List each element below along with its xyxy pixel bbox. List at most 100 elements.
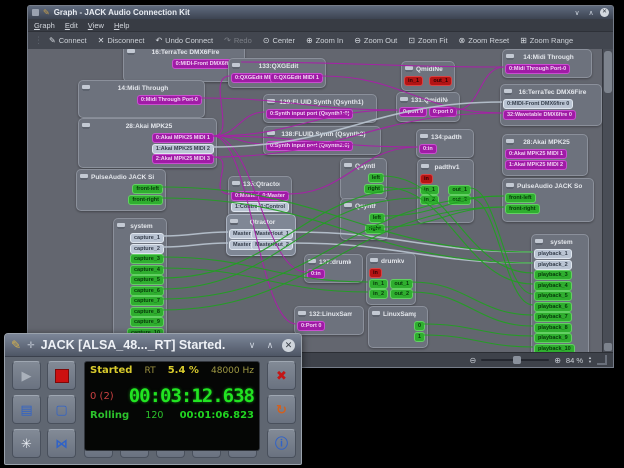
port-capture-1[interactable]: capture_1 [130, 233, 164, 243]
node-drumkv1-alsa[interactable]: 137:drumkv10:in [304, 254, 363, 283]
zoom-spinner[interactable]: ▲▼ [588, 356, 592, 364]
node-akai-left[interactable]: 28:Akai MPK250:Akai MPK25 MIDI 11:Akai M… [78, 118, 217, 168]
port-out-1[interactable]: out_1 [390, 279, 413, 289]
node-pulse-source[interactable]: PulseAudio JACK Sourcefront-leftfront-ri… [502, 178, 594, 222]
messages-button[interactable]: ▤ [12, 395, 41, 424]
node-linuxsampler-alsa[interactable]: 132:LinuxSampler0:Port 0 [294, 306, 364, 335]
port-out-2[interactable]: out_2 [390, 289, 413, 299]
port-0-qxgedit-midi-1[interactable]: 0:QXGEdit MIDI 1 [270, 73, 323, 83]
port-0-akai-mpk25-midi-1[interactable]: 0:Akai MPK25 MIDI 1 [505, 149, 567, 159]
port-in-1[interactable]: in_1 [369, 279, 388, 289]
port-capture-2[interactable]: capture_2 [130, 244, 164, 254]
node-midi-through-left[interactable]: 14:Midi Through0:Midi Through Port-0 [78, 80, 205, 118]
port-0-synth-input-port-qsynth1-0-[interactable]: 0:Synth input port (Qsynth1:0) [266, 109, 353, 119]
about-button[interactable]: ⓘ [267, 429, 296, 458]
node-qxgedit[interactable]: 133:QXGEdit0:QXGEdit MIDI 10:QXGEdit MID… [228, 58, 326, 88]
port-in-2[interactable]: in_2 [420, 195, 439, 205]
vertical-scrollbar[interactable] [602, 49, 613, 353]
zoom-slider-knob[interactable] [513, 356, 521, 364]
node-drumkv1-jack[interactable]: drumkv1inin_1in_2out_1out_2 [366, 253, 416, 305]
system-menu-icon[interactable] [32, 9, 39, 16]
start-button[interactable]: ▶ [12, 361, 41, 390]
node-padthv1-alsa[interactable]: 134:padthv10:in [416, 129, 474, 158]
shade-button[interactable]: ∨ [572, 9, 582, 17]
port-playback-7[interactable]: playback_7 [534, 312, 572, 322]
jack-titlebar[interactable]: ✎ ✛ JACK [ALSA_48..._RT] Started. ∨ ∧ ✕ [5, 334, 301, 357]
port-playback-2[interactable]: playback_2 [534, 260, 572, 270]
node-qmidinet-alsa[interactable]: 131:QmidiNet0:port 00:port 0 [396, 92, 460, 122]
graph-canvas[interactable]: 16:TerraTec DMX6Fire0:MIDI-Front DMX6fir… [28, 49, 603, 353]
menu-edit[interactable]: Edit [65, 21, 78, 30]
graph-titlebar[interactable]: ✎ Graph - JACK Audio Connection Kit ∨ ∧ … [28, 6, 613, 19]
node-qmidinet-jack[interactable]: QmidiNetin_1out_1 [401, 61, 455, 91]
port-2-akai-mpk25-midi-3[interactable]: 2:Akai MPK25 MIDI 3 [152, 154, 214, 164]
menu-graph[interactable]: Graph [34, 21, 55, 30]
zoom-in-icon[interactable]: ⊕ [554, 356, 561, 365]
zoom-slider[interactable] [481, 359, 549, 361]
jack-shade-button[interactable]: ∨ [246, 340, 258, 351]
port-capture-9[interactable]: capture_9 [130, 317, 164, 327]
port-1[interactable]: 1 [414, 332, 425, 342]
toolbar-handle[interactable]: ⋮ [34, 35, 43, 46]
port-front-right[interactable]: front-right [128, 195, 163, 205]
zoom-reset-button[interactable]: ⊗Zoom Reset [459, 36, 510, 45]
port-out-1[interactable]: out_1 [429, 76, 452, 86]
port-in-2[interactable]: in_2 [369, 289, 388, 299]
stop-button[interactable] [47, 361, 76, 390]
connect-button[interactable]: ✎Connect [49, 36, 87, 45]
port-right[interactable]: right [365, 224, 385, 234]
scrollbar-down-button[interactable] [604, 343, 612, 351]
node-pulse-sink[interactable]: PulseAudio JACK Sinkfront-leftfront-righ… [76, 169, 166, 211]
port-capture-6[interactable]: capture_6 [130, 286, 164, 296]
jack-close-button[interactable]: ✕ [282, 339, 295, 352]
port-capture-7[interactable]: capture_7 [130, 296, 164, 306]
zoom-in-button[interactable]: ⊕Zoom In [306, 36, 343, 45]
resize-grip[interactable] [597, 355, 607, 365]
port-capture-5[interactable]: capture_5 [130, 275, 164, 285]
port-out-2[interactable]: out_2 [448, 195, 471, 205]
port-0-port-0[interactable]: 0:Port 0 [297, 321, 325, 331]
port-in[interactable]: in [420, 174, 433, 184]
zoom-out-button[interactable]: ⊖Zoom Out [354, 36, 397, 45]
disconnect-button[interactable]: ✕Disconnect [98, 36, 145, 45]
port-front-left[interactable]: front-left [132, 184, 163, 194]
port-in[interactable]: in [369, 268, 382, 278]
port-0-midi-through-port-0[interactable]: 0:Midi Through Port-0 [137, 95, 202, 105]
port-capture-8[interactable]: capture_8 [130, 307, 164, 317]
jack-rollup-button[interactable]: ∧ [264, 340, 276, 351]
port-in-1[interactable]: in_1 [420, 185, 439, 195]
node-qsynth2[interactable]: Qsynth2leftright [340, 198, 388, 240]
port-0-synth-input-port-qsynth2-0-[interactable]: 0:Synth input port (Qsynth2:0) [266, 141, 353, 151]
zoom-fit-button[interactable]: ⊡Zoom Fit [408, 36, 447, 45]
port-0-port-0[interactable]: 0:port 0 [399, 107, 427, 117]
port-playback-9[interactable]: playback_9 [534, 333, 572, 343]
port-0-master[interactable]: 0:Master [258, 191, 289, 201]
port-0-midi-through-port-0[interactable]: 0:Midi Through Port-0 [505, 64, 570, 74]
quit-button[interactable]: ✖ [267, 361, 296, 390]
node-linuxsampler-jack[interactable]: LinuxSampler01 [368, 306, 428, 348]
port-left[interactable]: left [368, 173, 384, 183]
port-0-master[interactable]: 0:Master [231, 191, 262, 201]
port-capture-3[interactable]: capture_3 [130, 254, 164, 264]
node-fluid2[interactable]: 138:FLUID Synth (Qsynth2)0:Synth input p… [263, 126, 381, 155]
port-master-out-1[interactable]: Master/out_1 [251, 229, 293, 239]
port-0-in[interactable]: 0:in [419, 144, 437, 154]
port-playback-5[interactable]: playback_5 [534, 291, 572, 301]
close-button[interactable]: ✕ [600, 8, 609, 17]
node-qtractor-alsa[interactable]: 135:Qtractor0:Master1:Control0:Master1:C… [228, 176, 292, 218]
port-0[interactable]: 0 [414, 321, 425, 331]
menu-view[interactable]: View [88, 21, 104, 30]
port-1-akai-mpk25-midi-2[interactable]: 1:Akai MPK25 MIDI 2 [505, 160, 567, 170]
port-front-left[interactable]: front-left [505, 193, 536, 203]
port-0-in[interactable]: 0:in [307, 269, 325, 279]
port-32-wavetable-dmx6fire-0[interactable]: 32:Wavetable DMX6fire 0 [503, 110, 576, 120]
port-out-1[interactable]: out_1 [448, 185, 471, 195]
node-terratec-left[interactable]: 16:TerraTec DMX6Fire0:MIDI-Front DMX6fir… [123, 49, 245, 82]
port-playback-3[interactable]: playback_3 [534, 270, 572, 280]
node-padthv1-jack[interactable]: padthv1inin_1in_2out_1out_2 [417, 159, 474, 223]
node-system-right[interactable]: systemplayback_1playback_2playback_3play… [531, 234, 589, 353]
port-front-right[interactable]: front-right [505, 204, 540, 214]
port-1-akai-mpk25-midi-2[interactable]: 1:Akai MPK25 MIDI 2 [152, 144, 214, 154]
port-playback-1[interactable]: playback_1 [534, 249, 572, 259]
port-in-1[interactable]: in_1 [404, 76, 423, 86]
